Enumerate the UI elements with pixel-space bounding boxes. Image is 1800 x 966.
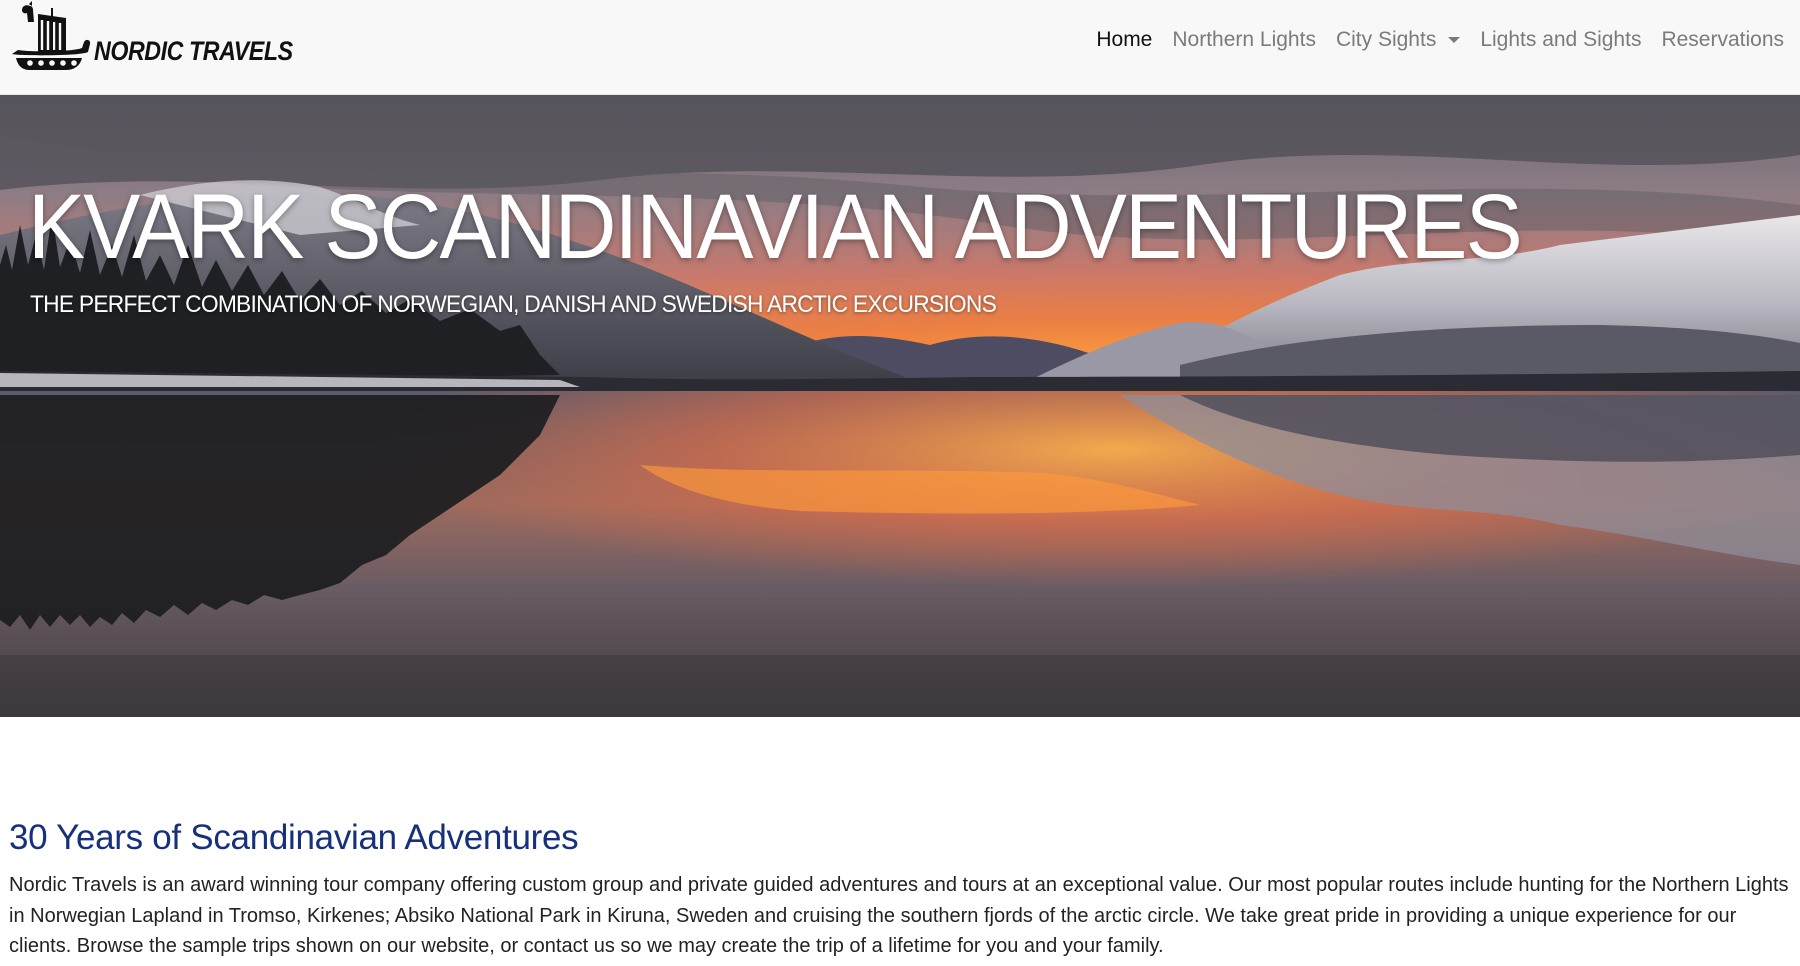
intro-section: 30 Years of Scandinavian Adventures Nord… (9, 818, 1791, 962)
hero-banner: KVARK SCANDINAVIAN ADVENTURES THE PERFEC… (0, 95, 1800, 717)
main-nav: Home Northern Lights City Sights Lights … (1076, 0, 1784, 80)
viking-ship-icon (12, 1, 91, 70)
hero-title: KVARK SCANDINAVIAN ADVENTURES (28, 176, 1523, 278)
nav-link-reservations[interactable]: Reservations (1661, 28, 1784, 52)
nav-link-northern-lights[interactable]: Northern Lights (1172, 28, 1316, 52)
caret-down-icon (1448, 37, 1461, 43)
intro-body: Nordic Travels is an award winning tour … (9, 874, 1789, 957)
nav-dropdown-city-sights[interactable]: City Sights (1335, 28, 1461, 52)
brand-name: NORDIC TRAVELS (94, 35, 293, 66)
nav-item-lights-and-sights: Lights and Sights (1480, 28, 1641, 52)
brand-link[interactable]: NORDIC TRAVELS (8, 0, 325, 82)
navbar: NORDIC TRAVELS Home Northern Lights City… (0, 0, 1800, 95)
nav-item-northern-lights: Northern Lights (1172, 28, 1316, 52)
nav-link-city-sights-label: City Sights (1335, 28, 1437, 51)
nav-item-home: Home (1096, 28, 1152, 52)
intro-heading: 30 Years of Scandinavian Adventures (9, 818, 579, 857)
nav-item-city-sights: City Sights (1335, 28, 1461, 52)
nav-item-reservations: Reservations (1661, 28, 1784, 52)
nav-link-home[interactable]: Home (1096, 28, 1152, 52)
hero-subtitle: THE PERFECT COMBINATION OF NORWEGIAN, DA… (30, 291, 997, 318)
nav-link-lights-and-sights[interactable]: Lights and Sights (1480, 28, 1641, 52)
